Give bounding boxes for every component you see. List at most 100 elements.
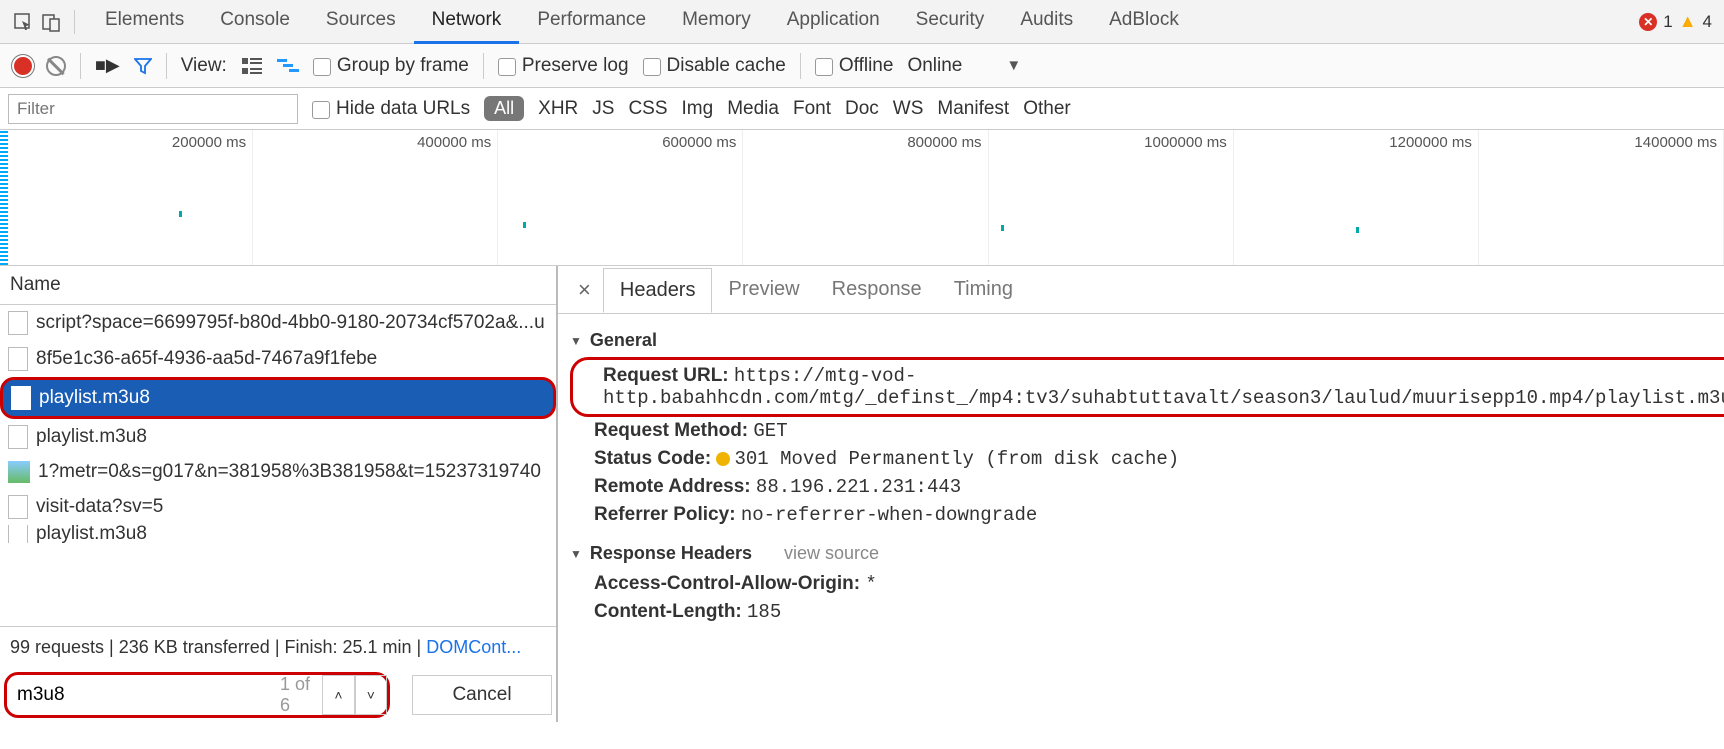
response-headers-section[interactable]: ▼Response Headersview source xyxy=(570,543,1724,564)
error-number: 1 xyxy=(1663,12,1672,32)
file-icon xyxy=(8,525,28,543)
request-row-selected[interactable]: playlist.m3u8 xyxy=(0,377,556,419)
remote-address-row: Remote Address: 88.196.221.231:443 xyxy=(570,473,1724,501)
request-url-label: Request URL: xyxy=(603,365,729,386)
warning-icon: ▲ xyxy=(1679,11,1697,32)
hide-data-urls-option[interactable]: Hide data URLs xyxy=(312,98,470,120)
request-name: 1?metr=0&s=g017&n=381958%3B381958&t=1523… xyxy=(38,461,541,483)
tab-audits[interactable]: Audits xyxy=(1002,0,1091,44)
filter-bar: Hide data URLs All XHR JS CSS Img Media … xyxy=(0,88,1724,130)
filter-media[interactable]: Media xyxy=(727,98,779,120)
throttling-select[interactable]: Online xyxy=(907,55,962,77)
filter-ws[interactable]: WS xyxy=(893,98,924,120)
panel-tabs: Elements Console Sources Network Perform… xyxy=(87,0,1197,44)
view-source-link[interactable]: view source xyxy=(784,543,879,564)
cancel-button[interactable]: Cancel xyxy=(412,675,552,715)
network-toolbar: ■▶ View: Group by frame Preserve log Dis… xyxy=(0,44,1724,88)
disable-cache-option[interactable]: Disable cache xyxy=(643,55,786,77)
warning-count[interactable]: ▲4 xyxy=(1679,11,1712,32)
request-row[interactable]: 8f5e1c36-a65f-4936-aa5d-7467a9f1febe xyxy=(0,341,556,377)
general-label: General xyxy=(590,330,657,351)
name-column-header[interactable]: Name xyxy=(0,266,556,305)
preserve-log-option[interactable]: Preserve log xyxy=(498,55,629,77)
request-url-row: Request URL: https://mtg-vod-http.babahh… xyxy=(570,357,1724,417)
search-prev-button[interactable]: ˄ xyxy=(322,675,354,715)
details-tabs: × Headers Preview Response Timing xyxy=(558,266,1724,314)
separator xyxy=(74,10,75,34)
acao-label: Access-Control-Allow-Origin: xyxy=(594,573,860,594)
separator xyxy=(166,53,167,79)
tab-sources[interactable]: Sources xyxy=(308,0,414,44)
error-icon: ✕ xyxy=(1639,13,1657,31)
devtools-topbar: Elements Console Sources Network Perform… xyxy=(0,0,1724,44)
request-row[interactable]: playlist.m3u8 xyxy=(0,525,556,543)
chevron-down-icon[interactable]: ▼ xyxy=(1006,57,1021,74)
file-icon xyxy=(8,425,28,449)
search-next-button[interactable]: ˅ xyxy=(355,675,387,715)
filter-js[interactable]: JS xyxy=(592,98,614,120)
response-headers-label: Response Headers xyxy=(590,543,752,564)
close-icon[interactable]: × xyxy=(566,277,603,303)
status-code-value: 301 Moved Permanently (from disk cache) xyxy=(734,448,1179,470)
tab-headers[interactable]: Headers xyxy=(603,268,713,313)
record-button[interactable] xyxy=(14,57,32,75)
tab-application[interactable]: Application xyxy=(769,0,898,44)
tab-preview[interactable]: Preview xyxy=(712,268,815,311)
tab-response[interactable]: Response xyxy=(816,268,938,311)
checkbox-icon xyxy=(313,58,331,76)
group-by-frame-option[interactable]: Group by frame xyxy=(313,55,469,77)
tab-timing[interactable]: Timing xyxy=(938,268,1029,311)
request-url-value[interactable]: https://mtg-vod-http.babahhcdn.com/mtg/_… xyxy=(603,365,1724,409)
request-row[interactable]: playlist.m3u8 xyxy=(0,419,556,455)
large-rows-icon[interactable] xyxy=(241,56,263,76)
tab-memory[interactable]: Memory xyxy=(664,0,769,44)
tab-adblock[interactable]: AdBlock xyxy=(1091,0,1197,44)
referrer-policy-value: no-referrer-when-downgrade xyxy=(741,504,1037,526)
filter-img[interactable]: Img xyxy=(682,98,714,120)
filter-doc[interactable]: Doc xyxy=(845,98,879,120)
filter-font[interactable]: Font xyxy=(793,98,831,120)
request-name: 8f5e1c36-a65f-4936-aa5d-7467a9f1febe xyxy=(36,348,377,370)
separator xyxy=(800,53,801,79)
status-dot-icon xyxy=(716,452,730,466)
tab-elements[interactable]: Elements xyxy=(87,0,202,44)
filter-manifest[interactable]: Manifest xyxy=(937,98,1009,120)
tab-network[interactable]: Network xyxy=(414,0,520,44)
request-rows[interactable]: script?space=6699795f-b80d-4bb0-9180-207… xyxy=(0,305,556,626)
tab-security[interactable]: Security xyxy=(898,0,1003,44)
timeline-tick: 200000 ms xyxy=(172,134,246,151)
domcontent-link[interactable]: DOMCont... xyxy=(426,637,521,657)
preserve-log-label: Preserve log xyxy=(522,55,629,76)
request-row[interactable]: script?space=6699795f-b80d-4bb0-9180-207… xyxy=(0,305,556,341)
filter-css[interactable]: CSS xyxy=(628,98,667,120)
request-row[interactable]: visit-data?sv=5 xyxy=(0,489,556,525)
inspect-icon[interactable] xyxy=(12,11,34,33)
timeline-overview[interactable]: 200000 ms 400000 ms 600000 ms 800000 ms … xyxy=(0,130,1724,266)
waterfall-icon[interactable] xyxy=(277,56,299,76)
status-code-row: Status Code: 301 Moved Permanently (from… xyxy=(570,445,1724,473)
error-count[interactable]: ✕1 xyxy=(1639,12,1672,32)
search-input[interactable] xyxy=(7,684,272,706)
filter-input[interactable] xyxy=(8,94,298,124)
offline-option[interactable]: Offline xyxy=(815,55,894,77)
checkbox-icon xyxy=(815,58,833,76)
separator xyxy=(483,53,484,79)
filter-toggle-icon[interactable] xyxy=(134,57,152,75)
screenshot-icon[interactable]: ■▶ xyxy=(95,55,120,76)
request-list-column: Name script?space=6699795f-b80d-4bb0-918… xyxy=(0,266,558,722)
offline-label: Offline xyxy=(839,55,894,76)
filter-all[interactable]: All xyxy=(484,96,524,121)
general-section[interactable]: ▼General xyxy=(570,330,1724,351)
disable-cache-label: Disable cache xyxy=(667,55,786,76)
clear-button[interactable] xyxy=(46,56,66,76)
filter-other[interactable]: Other xyxy=(1023,98,1071,120)
image-icon xyxy=(8,461,30,483)
device-toggle-icon[interactable] xyxy=(40,11,62,33)
timeline-tick: 1400000 ms xyxy=(1634,134,1717,151)
tab-performance[interactable]: Performance xyxy=(519,0,664,44)
file-icon xyxy=(8,347,28,371)
request-row[interactable]: 1?metr=0&s=g017&n=381958%3B381958&t=1523… xyxy=(0,455,556,489)
tab-console[interactable]: Console xyxy=(202,0,308,44)
filter-xhr[interactable]: XHR xyxy=(538,98,578,120)
acao-row: Access-Control-Allow-Origin: * xyxy=(570,570,1724,598)
